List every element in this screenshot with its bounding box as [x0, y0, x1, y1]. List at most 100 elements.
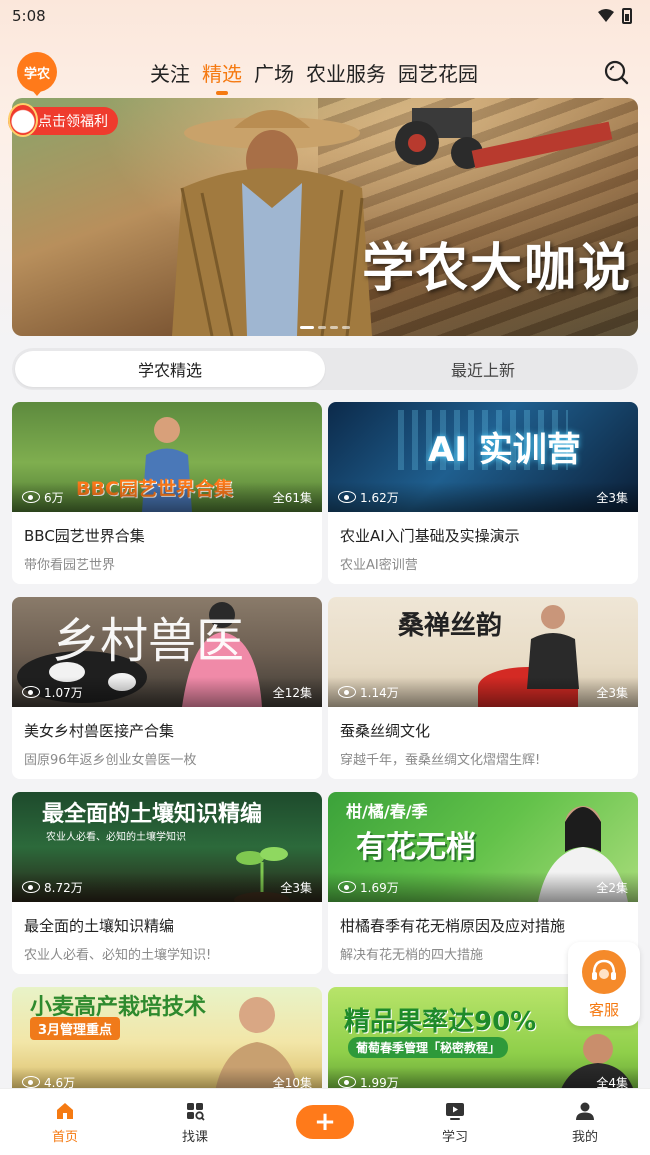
- card-title: 柑橘春季有花无梢原因及应对措施: [340, 917, 566, 935]
- course-thumbnail: 柑/橘/春/季 有花无梢 1.69万 全2集: [328, 792, 638, 902]
- card-subtitle: 带你看园艺世界: [24, 558, 116, 573]
- course-card[interactable]: 小麦高产栽培技术 3月管理重点 4.6万 全10集: [12, 987, 322, 1097]
- card-info: 美女乡村兽医接产合集 固原96年返乡创业女兽医一枚: [12, 707, 322, 779]
- thumbnail-title: 精品果率达90%: [344, 1007, 537, 1037]
- nav-tabs: 关注 精选 广场 农业服务 园艺花园: [150, 58, 478, 87]
- tab-follow[interactable]: 关注: [150, 58, 190, 87]
- app-logo[interactable]: 学农: [17, 52, 57, 96]
- course-card[interactable]: BBC园艺世界合集 6万 全61集 BBC园艺世界合集 带你看园艺世界: [12, 402, 322, 584]
- view-count: 1.62万: [338, 489, 399, 506]
- eye-icon: [338, 881, 356, 893]
- card-meta: 8.72万 全3集: [12, 872, 322, 902]
- view-count: 1.69万: [338, 879, 399, 896]
- segment-featured[interactable]: 学农精选: [15, 351, 325, 387]
- banner-tractor-image: [395, 108, 613, 169]
- content-segment: 学农精选 最近上新: [12, 348, 638, 390]
- eye-icon: [338, 686, 356, 698]
- nav-study-label: 学习: [441, 1129, 468, 1145]
- nav-home[interactable]: 首页: [25, 1100, 105, 1145]
- course-thumbnail: AI 实训营 1.62万 全3集: [328, 402, 638, 512]
- thumbnail-subtitle: 柑/橘/春/季: [346, 802, 428, 821]
- card-info: 蚕桑丝绸文化 穿越千年，蚕桑丝绸文化熠熠生辉!: [328, 707, 638, 779]
- eye-icon: [22, 1076, 40, 1088]
- headset-icon: [582, 950, 626, 994]
- episode-count: 全12集: [272, 685, 312, 700]
- promo-badge[interactable]: 点击领福利: [8, 103, 118, 137]
- pagination-dot: [342, 326, 350, 329]
- course-card[interactable]: 乡村兽医 1.07万 全12集 美女乡村兽医接产合集 固原96年返乡创业女兽医一…: [12, 597, 322, 779]
- course-thumbnail: 乡村兽医 1.07万 全12集: [12, 597, 322, 707]
- bottom-navigation: 首页 找课 + 学习 我的: [0, 1088, 650, 1155]
- eye-icon: [338, 1076, 356, 1088]
- battery-icon: [622, 8, 632, 24]
- tab-square[interactable]: 广场: [254, 58, 294, 87]
- user-icon: [576, 1102, 594, 1120]
- view-count: 6万: [22, 489, 64, 506]
- eye-icon: [22, 686, 40, 698]
- episode-count: 全2集: [596, 880, 628, 895]
- banner-title: 学农大咖说: [361, 238, 632, 299]
- episode-count: 全3集: [596, 685, 628, 700]
- card-title: 最全面的土壤知识精编: [24, 917, 175, 935]
- status-bar: 5:08: [0, 0, 650, 32]
- card-meta: 1.14万 全3集: [328, 677, 638, 707]
- thumbnail-title: 最全面的土壤知识精编: [42, 802, 263, 827]
- card-subtitle: 农业AI密训营: [340, 558, 418, 573]
- thumbnail-title: 有花无梢: [356, 830, 476, 865]
- customer-service-label: 客服: [588, 1001, 619, 1019]
- course-thumbnail: 最全面的土壤知识精编 农业人必看、必知的土壤学知识 8.72万 全3集: [12, 792, 322, 902]
- banner-farmer-image: [172, 110, 372, 336]
- gift-icon: [8, 103, 38, 137]
- thumbnail-title: 桑禅丝韵: [398, 611, 503, 641]
- eye-icon: [338, 491, 356, 503]
- speaker-image: [527, 605, 579, 689]
- view-count-value: 8.72万: [44, 880, 83, 895]
- tab-garden[interactable]: 园艺花园: [398, 58, 478, 87]
- video-play-icon: [446, 1102, 464, 1120]
- thumbnail-subtitle: 农业人必看、必知的土壤学知识: [46, 832, 186, 843]
- card-subtitle: 固原96年返乡创业女兽医一枚: [24, 753, 197, 768]
- thumbnail-subtitle: 葡萄春季管理「秘密教程」: [348, 1037, 509, 1058]
- course-card[interactable]: AI 实训营 1.62万 全3集 农业AI入门基础及实操演示 农业AI密训营: [328, 402, 638, 584]
- search-icon[interactable]: [602, 58, 630, 86]
- view-count-value: 1.14万: [360, 685, 399, 700]
- card-title: 农业AI入门基础及实操演示: [340, 527, 520, 545]
- wifi-icon: [598, 9, 614, 22]
- card-title: 美女乡村兽医接产合集: [24, 722, 175, 740]
- status-time: 5:08: [12, 7, 46, 25]
- grid-search-icon: [187, 1102, 205, 1121]
- nav-find-course[interactable]: 找课: [155, 1100, 235, 1145]
- thumbnail-subtitle: 3月管理重点: [30, 1017, 121, 1040]
- course-card[interactable]: 最全面的土壤知识精编 农业人必看、必知的土壤学知识 8.72万 全3集 最全面的…: [12, 792, 322, 974]
- view-count-value: 1.62万: [360, 490, 399, 505]
- pagination-dot: [318, 326, 326, 329]
- episode-count: 全61集: [272, 490, 312, 505]
- card-meta: 1.07万 全12集: [12, 677, 322, 707]
- course-thumbnail: 桑禅丝韵 1.14万 全3集: [328, 597, 638, 707]
- banner-pagination: [300, 326, 350, 329]
- view-count-value: 1.69万: [360, 880, 399, 895]
- card-title: BBC园艺世界合集: [24, 527, 145, 545]
- nav-profile-label: 我的: [571, 1129, 598, 1145]
- card-info: 最全面的土壤知识精编 农业人必看、必知的土壤学知识!: [12, 902, 322, 974]
- course-thumbnail: BBC园艺世界合集 6万 全61集: [12, 402, 322, 512]
- pagination-dot: [330, 326, 338, 329]
- nav-profile[interactable]: 我的: [545, 1100, 625, 1145]
- card-info: 农业AI入门基础及实操演示 农业AI密训营: [328, 512, 638, 584]
- view-count-value: 6万: [44, 490, 64, 505]
- tab-agri-service[interactable]: 农业服务: [306, 58, 386, 87]
- promo-label: 点击领福利: [38, 114, 108, 130]
- card-meta: 1.62万 全3集: [328, 482, 638, 512]
- nav-study[interactable]: 学习: [415, 1100, 495, 1145]
- episode-count: 全3集: [280, 880, 312, 895]
- home-icon: [57, 1102, 73, 1119]
- plus-icon: +: [296, 1105, 354, 1139]
- view-count-value: 1.07万: [44, 685, 83, 700]
- nav-find-course-label: 找课: [181, 1129, 208, 1145]
- tab-featured[interactable]: 精选: [202, 58, 242, 87]
- card-meta: 1.69万 全2集: [328, 872, 638, 902]
- nav-create[interactable]: +: [285, 1105, 365, 1139]
- segment-latest[interactable]: 最近上新: [328, 348, 638, 390]
- customer-service-button[interactable]: 客服: [568, 942, 640, 1026]
- course-card[interactable]: 桑禅丝韵 1.14万 全3集 蚕桑丝绸文化 穿越千年，蚕桑丝绸文化熠熠生辉!: [328, 597, 638, 779]
